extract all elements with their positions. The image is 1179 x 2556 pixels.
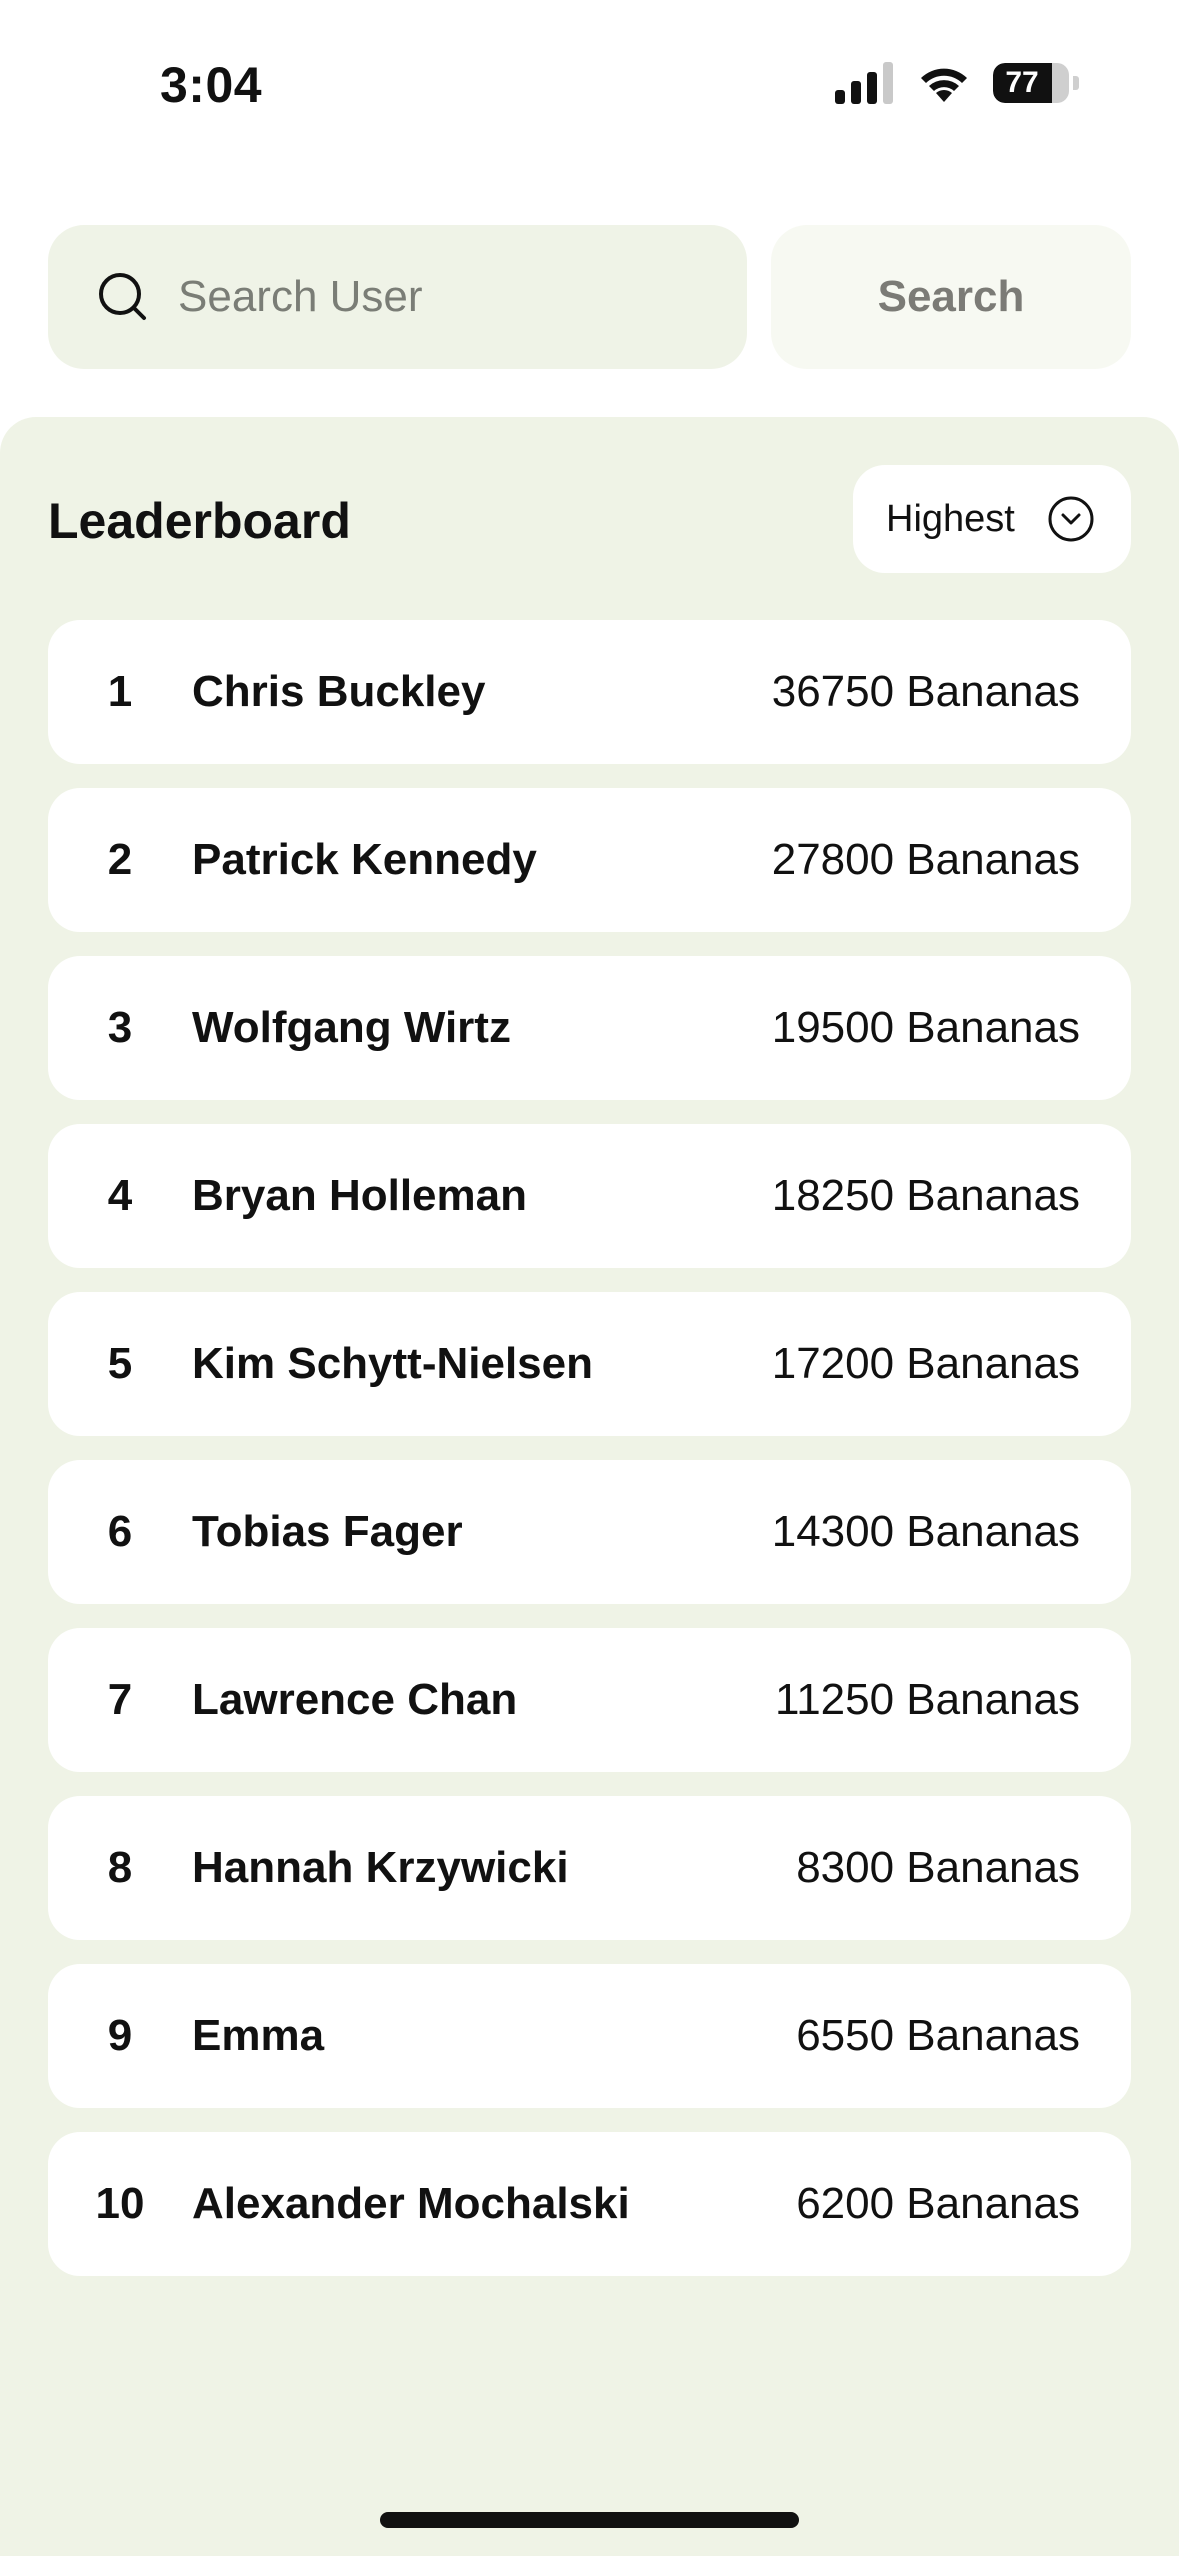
leaderboard-row[interactable]: 9 Emma 6550 Bananas bbox=[48, 1964, 1131, 2108]
battery-nub bbox=[1073, 76, 1079, 90]
player-name: Wolfgang Wirtz bbox=[192, 1003, 511, 1052]
home-indicator[interactable] bbox=[380, 2512, 799, 2528]
leaderboard-row[interactable]: 4 Bryan Holleman 18250 Bananas bbox=[48, 1124, 1131, 1268]
search-icon bbox=[99, 273, 146, 320]
status-time: 3:04 bbox=[160, 57, 263, 113]
rank-number: 6 bbox=[107, 1507, 133, 1556]
leaderboard-row[interactable]: 8 Hannah Krzywicki 8300 Bananas bbox=[48, 1796, 1131, 1940]
wifi-icon bbox=[921, 68, 967, 102]
player-score: 27800 Bananas bbox=[771, 835, 1080, 884]
player-score: 11250 Bananas bbox=[774, 1675, 1080, 1724]
rank-number: 4 bbox=[107, 1171, 133, 1220]
player-score: 19500 Bananas bbox=[771, 1003, 1080, 1052]
leaderboard-row[interactable]: 10 Alexander Mochalski 6200 Bananas bbox=[48, 2132, 1131, 2276]
search-field[interactable] bbox=[48, 225, 747, 369]
player-score: 36750 Bananas bbox=[771, 667, 1080, 716]
rank-number: 2 bbox=[107, 835, 133, 884]
cellular-signal-icon bbox=[835, 62, 893, 104]
sort-dropdown-label: Highest bbox=[886, 497, 1015, 540]
status-bar: 3:04 77 bbox=[0, 0, 1179, 150]
battery-level: 77 bbox=[1005, 66, 1039, 99]
rank-number: 5 bbox=[107, 1339, 133, 1388]
leaderboard-row[interactable]: 1 Chris Buckley 36750 Bananas bbox=[48, 620, 1131, 764]
player-name: Emma bbox=[192, 2011, 325, 2060]
search-input[interactable] bbox=[176, 271, 720, 323]
search-row: Search bbox=[48, 225, 1131, 369]
player-name: Bryan Holleman bbox=[192, 1171, 527, 1220]
player-name: Chris Buckley bbox=[192, 667, 486, 716]
status-icons: 77 bbox=[835, 62, 1079, 104]
player-name: Lawrence Chan bbox=[192, 1675, 518, 1724]
rank-number: 1 bbox=[107, 667, 133, 716]
leaderboard-row[interactable]: 3 Wolfgang Wirtz 19500 Bananas bbox=[48, 956, 1131, 1100]
player-name: Kim Schytt-Nielsen bbox=[192, 1339, 593, 1388]
player-score: 6550 Bananas bbox=[796, 2011, 1080, 2060]
chevron-down-circle-icon bbox=[1048, 496, 1094, 542]
player-name: Tobias Fager bbox=[192, 1507, 463, 1556]
battery-icon: 77 bbox=[993, 63, 1069, 103]
player-name: Hannah Krzywicki bbox=[192, 1843, 569, 1892]
player-score: 14300 Bananas bbox=[771, 1507, 1080, 1556]
rank-number: 8 bbox=[107, 1843, 133, 1892]
player-name: Alexander Mochalski bbox=[192, 2179, 630, 2228]
leaderboard-title: Leaderboard bbox=[48, 493, 351, 549]
leaderboard-panel: Leaderboard Highest 1 Chris Buckley 3675… bbox=[0, 417, 1179, 2556]
player-name: Patrick Kennedy bbox=[192, 835, 537, 884]
player-score: 17200 Bananas bbox=[771, 1339, 1080, 1388]
search-button[interactable]: Search bbox=[771, 225, 1131, 369]
leaderboard-screen: 3:04 77 Search User Search Leaderboard H… bbox=[0, 0, 1179, 2556]
leaderboard-list: 1 Chris Buckley 36750 Bananas 2 Patrick … bbox=[48, 620, 1131, 2300]
rank-number: 9 bbox=[107, 2011, 133, 2060]
rank-number: 7 bbox=[107, 1675, 133, 1724]
player-score: 8300 Bananas bbox=[796, 1843, 1080, 1892]
leaderboard-row[interactable]: 5 Kim Schytt-Nielsen 17200 Bananas bbox=[48, 1292, 1131, 1436]
player-score: 6200 Bananas bbox=[796, 2179, 1080, 2228]
rank-number: 10 bbox=[95, 2179, 145, 2228]
rank-number: 3 bbox=[107, 1003, 133, 1052]
leaderboard-row[interactable]: 6 Tobias Fager 14300 Bananas bbox=[48, 1460, 1131, 1604]
sort-dropdown[interactable]: Highest bbox=[853, 465, 1131, 573]
player-score: 18250 Bananas bbox=[771, 1171, 1080, 1220]
leaderboard-row[interactable]: 7 Lawrence Chan 11250 Bananas bbox=[48, 1628, 1131, 1772]
leaderboard-row[interactable]: 2 Patrick Kennedy 27800 Bananas bbox=[48, 788, 1131, 932]
